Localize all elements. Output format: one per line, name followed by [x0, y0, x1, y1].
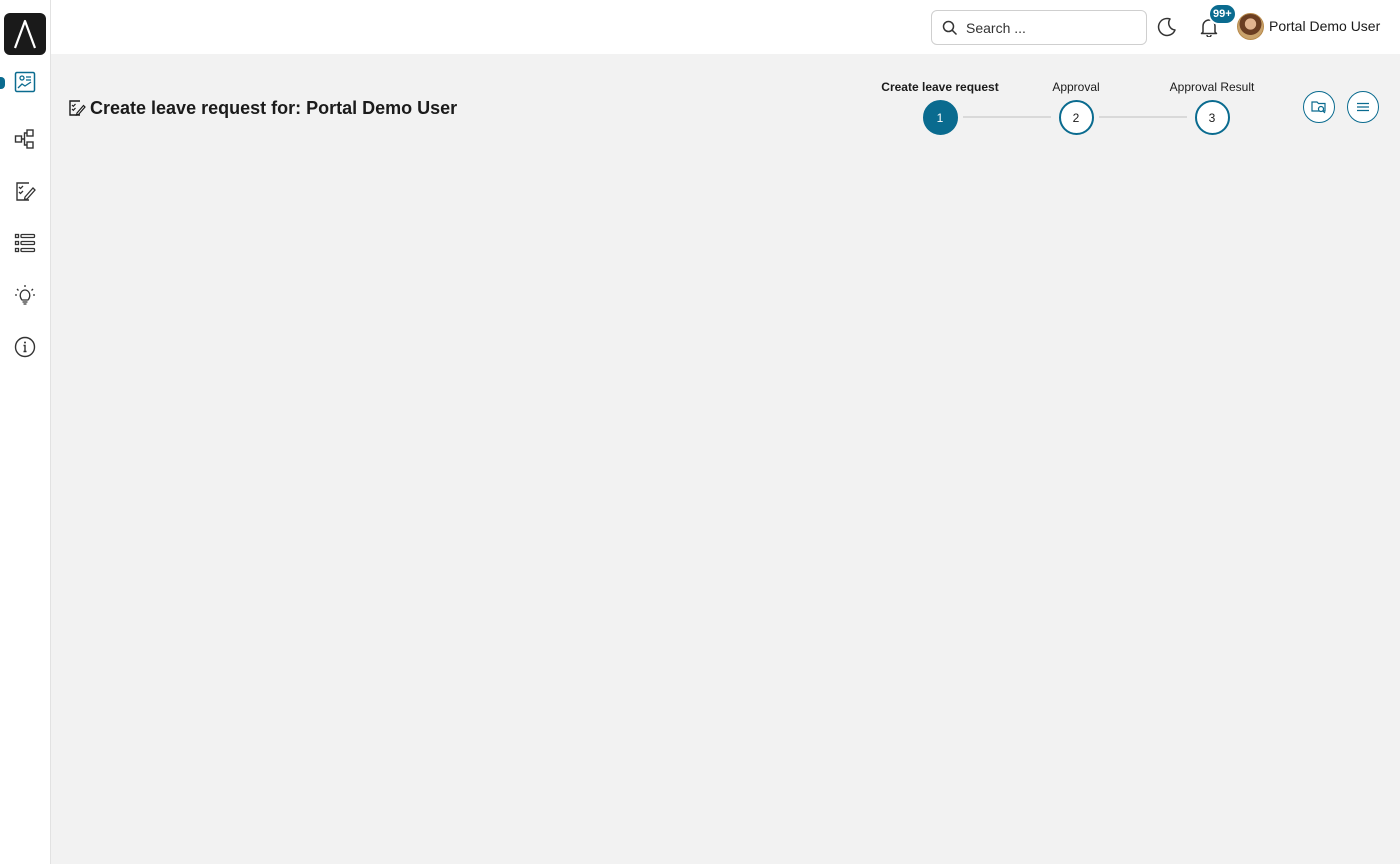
sidebar-item-cases[interactable] [10, 228, 40, 258]
folder-search-icon [1311, 101, 1326, 114]
logo[interactable] [4, 13, 46, 55]
page-title-text: Create leave request for: Portal Demo Us… [90, 97, 458, 118]
search-input[interactable] [966, 19, 1126, 36]
sidebar-item-processes[interactable] [10, 124, 40, 154]
task-edit-icon [69, 100, 86, 116]
step-label: Create leave request [881, 80, 999, 94]
user-name: Portal Demo User [1269, 18, 1381, 34]
case-documents-button[interactable] [1303, 91, 1335, 123]
step-approval[interactable]: Approval 2 [1006, 78, 1146, 135]
sidebar-item-tasks[interactable] [10, 176, 40, 206]
menu-button[interactable] [1347, 91, 1379, 123]
search-box[interactable] [931, 10, 1147, 45]
sidebar-item-dashboard[interactable] [10, 67, 40, 97]
search-icon [942, 20, 958, 35]
lightbulb-icon [15, 285, 35, 305]
task-edit-icon [16, 182, 36, 201]
step-number: 1 [922, 100, 958, 135]
sidebar-item-info[interactable] [10, 332, 40, 362]
active-nav-indicator [0, 77, 5, 89]
dashboard-icon [14, 71, 36, 93]
process-stepper: Create leave request 1 Approval 2 Approv… [870, 78, 1270, 138]
avatar [1237, 12, 1264, 40]
user-menu[interactable]: Portal Demo User [1237, 11, 1380, 41]
step-approval-result[interactable]: Approval Result 3 [1142, 78, 1282, 135]
dark-mode-toggle[interactable] [1152, 12, 1182, 42]
step-label: Approval [1052, 80, 1100, 94]
step-create-leave-request[interactable]: Create leave request 1 [870, 78, 1010, 135]
step-label: Approval Result [1169, 80, 1255, 94]
moon-icon [1157, 17, 1176, 37]
notification-count-badge: 99+ [1208, 3, 1237, 25]
step-number: 2 [1058, 100, 1094, 135]
step-number: 3 [1194, 100, 1230, 135]
sidebar-item-ideas[interactable] [10, 280, 40, 310]
lambda-logo-icon [13, 19, 37, 49]
info-icon [14, 336, 36, 358]
page-title: Create leave request for: Portal Demo Us… [68, 96, 457, 120]
top-header: 99+ Portal Demo User [51, 0, 1400, 54]
hamburger-menu-icon [1357, 102, 1369, 112]
process-tree-icon [14, 129, 34, 149]
sidebar [0, 0, 51, 864]
list-icon [14, 233, 36, 253]
